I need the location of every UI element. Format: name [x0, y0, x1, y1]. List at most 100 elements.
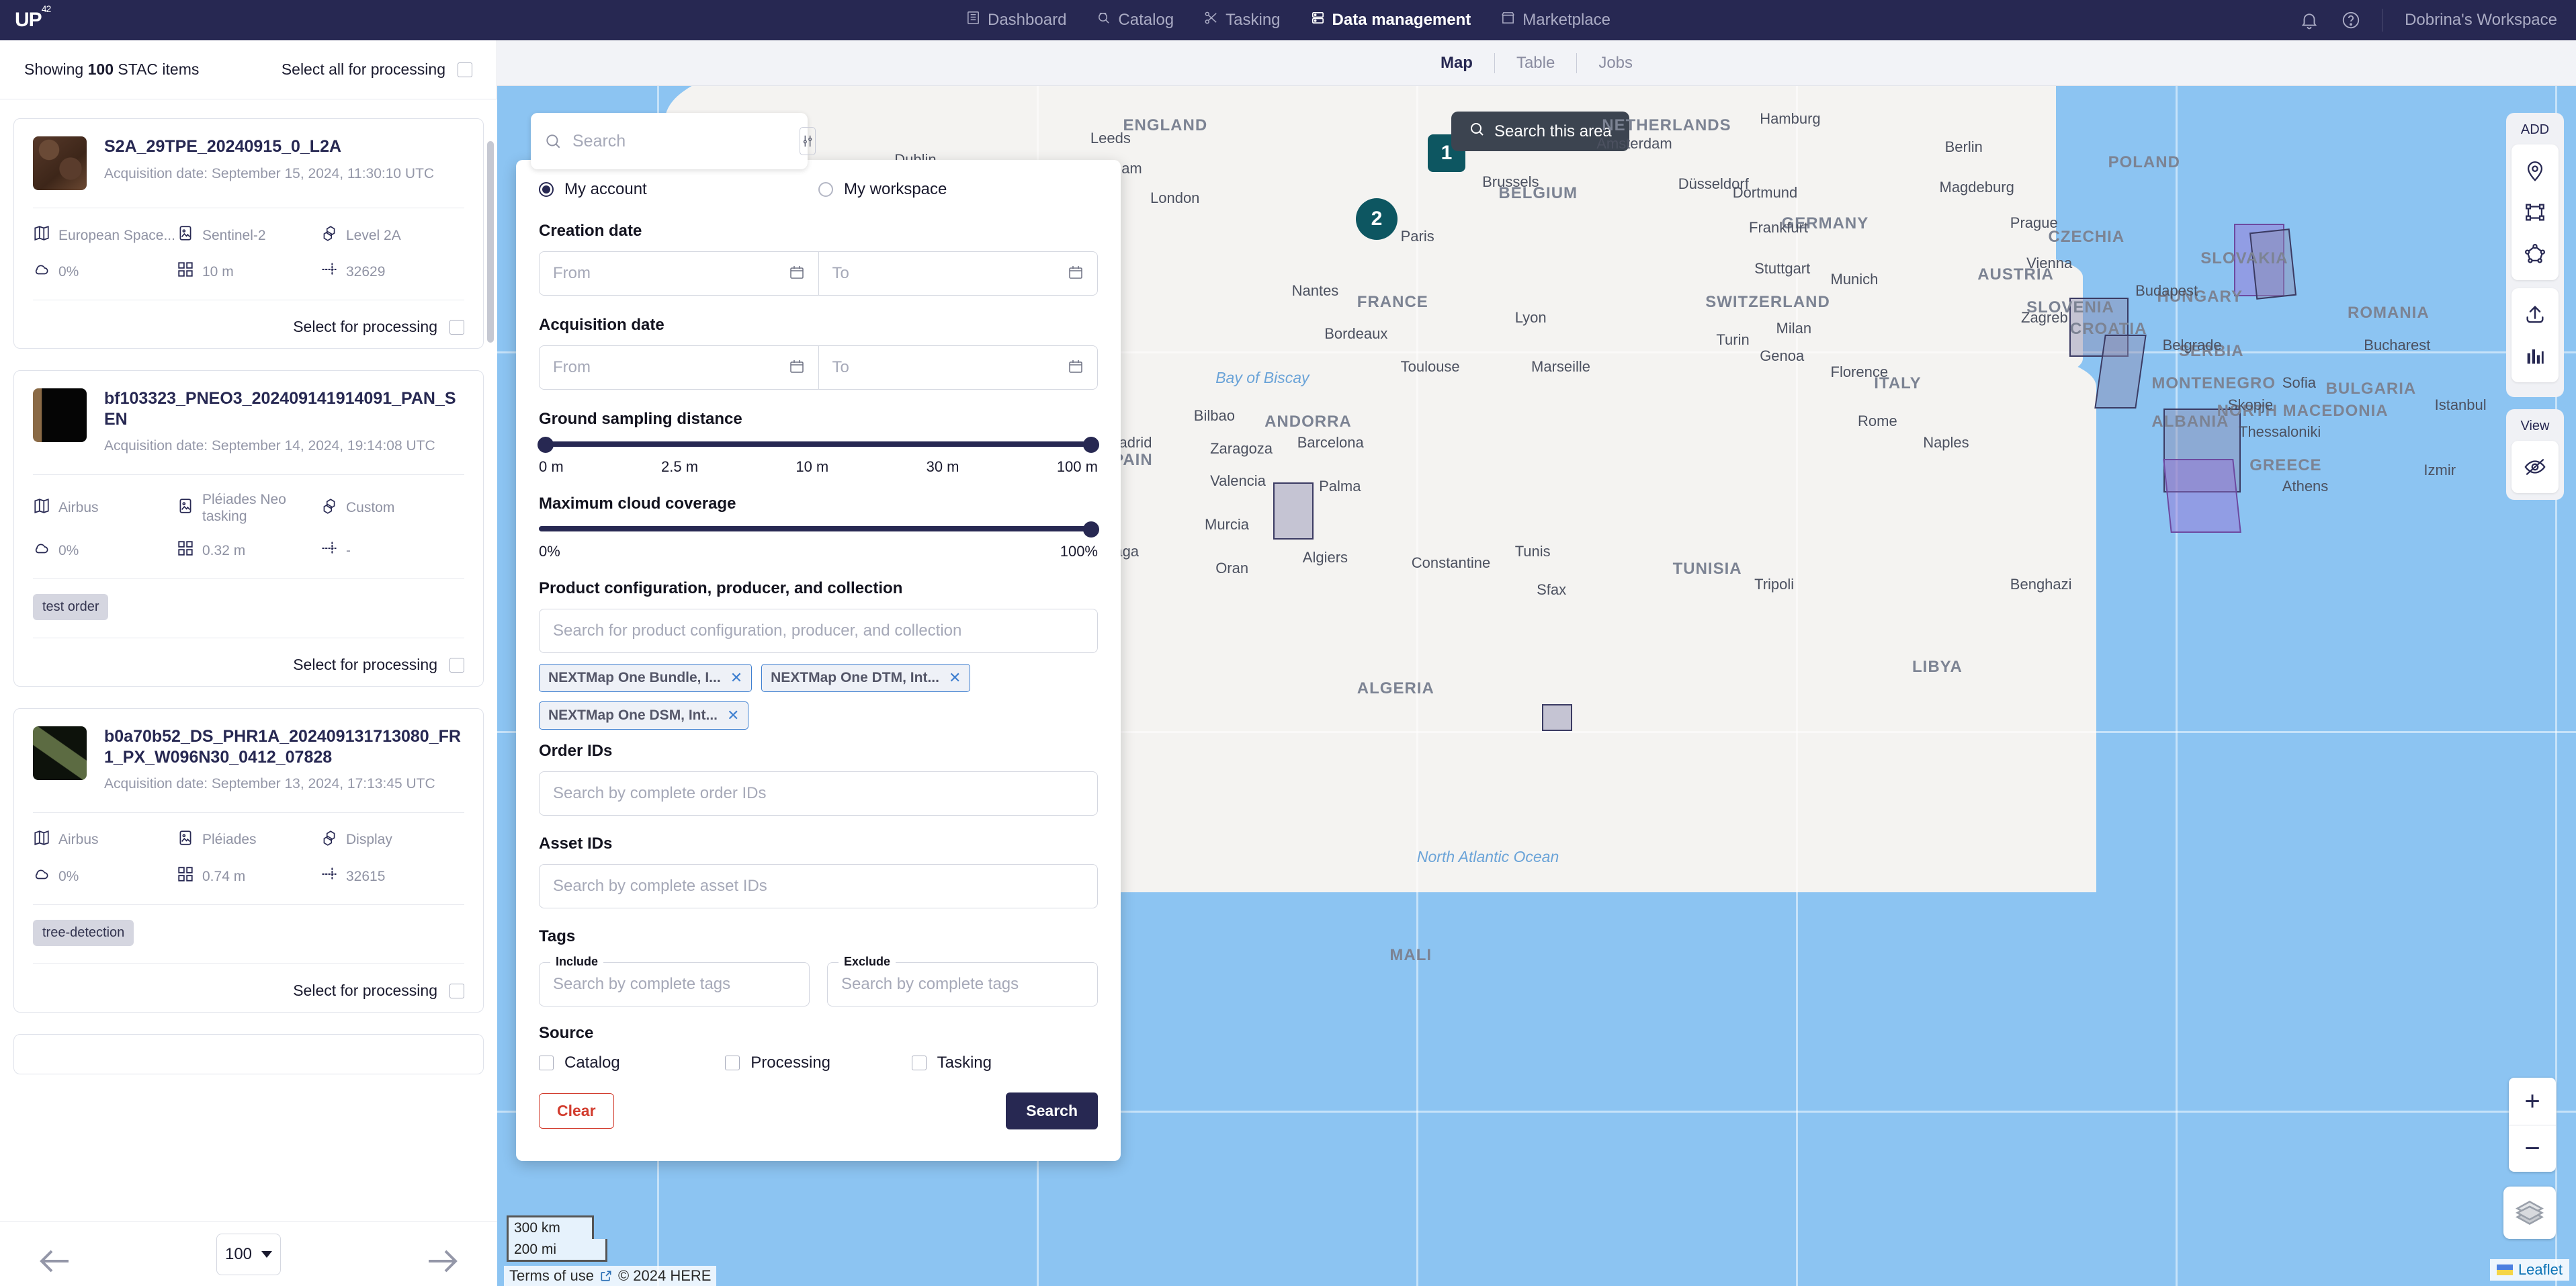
- item-tag[interactable]: test order: [33, 594, 109, 621]
- order-ids-field[interactable]: [539, 771, 1098, 816]
- arrow-right-icon[interactable]: [422, 1241, 462, 1272]
- item-select-row[interactable]: Select for processing: [33, 982, 464, 1000]
- select-all-for-processing[interactable]: Select all for processing: [282, 60, 472, 79]
- tags-include-input[interactable]: [553, 975, 796, 994]
- item-select-row[interactable]: Select for processing: [33, 318, 464, 336]
- bell-icon[interactable]: [2299, 10, 2319, 30]
- help-circle-icon[interactable]: [2341, 10, 2361, 30]
- creation-date-from[interactable]: [540, 252, 818, 295]
- cloud-slider-handle[interactable]: [1083, 521, 1099, 538]
- item-tag[interactable]: tree-detection: [33, 920, 134, 947]
- zoom-in-button[interactable]: +: [2509, 1078, 2556, 1125]
- upload-icon[interactable]: [2511, 294, 2559, 335]
- calendar-icon[interactable]: [1068, 264, 1084, 284]
- map-city-label: Bordeaux: [1324, 325, 1388, 343]
- map-city-label: Athens: [2282, 478, 2329, 495]
- cluster-marker[interactable]: 2: [1356, 198, 1398, 240]
- list-item[interactable]: S2A_29TPE_20240915_0_L2A Acquisition dat…: [13, 118, 484, 349]
- tab-table[interactable]: Table: [1495, 54, 1576, 73]
- sidebar-scrollbar[interactable]: [487, 141, 494, 343]
- creation-date-to-input[interactable]: [832, 264, 1068, 283]
- tab-map[interactable]: Map: [1419, 54, 1494, 73]
- stac-items-list[interactable]: S2A_29TPE_20240915_0_L2A Acquisition dat…: [0, 99, 497, 1221]
- search-bar[interactable]: [531, 113, 816, 169]
- acquisition-date-from[interactable]: [540, 346, 818, 389]
- polygon-draw-icon[interactable]: [2511, 233, 2559, 275]
- close-icon[interactable]: ✕: [730, 669, 742, 687]
- close-icon[interactable]: ✕: [727, 707, 739, 724]
- bar-chart-icon[interactable]: [2511, 335, 2559, 377]
- source-option-processing[interactable]: Processing: [725, 1054, 911, 1072]
- list-item[interactable]: bf103323_PNEO3_202409141914091_PAN_SEN A…: [13, 370, 484, 687]
- aoi-footprint[interactable]: [1273, 482, 1314, 540]
- tab-jobs[interactable]: Jobs: [1577, 54, 1654, 73]
- calendar-icon[interactable]: [1068, 358, 1084, 378]
- workspace-name[interactable]: Dobrina's Workspace: [2405, 11, 2557, 30]
- asset-ids-field[interactable]: [539, 864, 1098, 908]
- calendar-icon[interactable]: [789, 358, 805, 378]
- tags-include-field[interactable]: Include: [539, 955, 810, 1006]
- radio-my-account[interactable]: My account: [539, 180, 818, 199]
- cloud-coverage-slider[interactable]: [539, 521, 1099, 538]
- aoi-footprint[interactable]: [2163, 459, 2241, 533]
- filter-chip[interactable]: NEXTMap One DTM, Int... ✕: [761, 664, 971, 692]
- tags-exclude-field[interactable]: Exclude: [827, 955, 1098, 1006]
- map-pin-icon[interactable]: [2511, 150, 2559, 191]
- external-link-icon[interactable]: [599, 1269, 613, 1283]
- product-config-field[interactable]: [539, 609, 1098, 653]
- search-button[interactable]: Search: [1006, 1092, 1098, 1129]
- list-item-partial[interactable]: [13, 1034, 484, 1075]
- clear-button[interactable]: Clear: [539, 1093, 614, 1129]
- gsd-slider[interactable]: [538, 437, 1099, 453]
- arrow-left-icon[interactable]: [35, 1241, 75, 1272]
- creation-date-from-input[interactable]: [553, 264, 789, 283]
- nav-item-catalog[interactable]: Catalog: [1096, 10, 1174, 30]
- nav-item-tasking[interactable]: Tasking: [1203, 10, 1281, 30]
- acquisition-date-to[interactable]: [818, 346, 1098, 389]
- filter-chip[interactable]: NEXTMap One Bundle, I... ✕: [539, 664, 753, 692]
- nav-item-marketplace[interactable]: Marketplace: [1500, 10, 1611, 30]
- order-ids-input[interactable]: [553, 784, 1084, 803]
- radio-indicator[interactable]: [539, 182, 554, 197]
- gsd-slider-max-handle[interactable]: [1083, 437, 1099, 453]
- item-select-row[interactable]: Select for processing: [33, 656, 464, 674]
- terms-of-use-link[interactable]: Terms of use: [509, 1267, 594, 1285]
- rectangle-draw-icon[interactable]: [2511, 191, 2559, 233]
- list-item[interactable]: b0a70b52_DS_PHR1A_202409131713080_FR1_PX…: [13, 708, 484, 1013]
- source-option-catalog[interactable]: Catalog: [539, 1054, 725, 1072]
- sidebar-pagination: 100: [0, 1221, 497, 1286]
- acquisition-date-to-input[interactable]: [832, 358, 1068, 377]
- app-logo[interactable]: UP42: [15, 3, 51, 32]
- zoom-out-button[interactable]: −: [2509, 1125, 2556, 1172]
- source-option-tasking[interactable]: Tasking: [911, 1054, 1098, 1072]
- page-size-select[interactable]: 100: [216, 1233, 281, 1275]
- map-country-label: TUNISIA: [1672, 559, 1742, 578]
- asset-ids-input[interactable]: [553, 877, 1084, 896]
- sliders-icon[interactable]: [800, 127, 816, 155]
- filter-chip[interactable]: NEXTMap One DSM, Int... ✕: [539, 701, 749, 730]
- acquisition-date-from-input[interactable]: [553, 358, 789, 377]
- radio-my-workspace[interactable]: My workspace: [818, 180, 1098, 199]
- aoi-footprint[interactable]: [1542, 704, 1572, 731]
- close-icon[interactable]: ✕: [949, 669, 961, 687]
- calendar-icon[interactable]: [789, 264, 805, 284]
- layers-icon[interactable]: [2503, 1187, 2556, 1239]
- eye-off-icon[interactable]: [2511, 446, 2559, 488]
- select-all-checkbox[interactable]: [458, 62, 472, 77]
- source-processing-checkbox[interactable]: [725, 1056, 740, 1070]
- cloud-slider-track: [539, 526, 1098, 531]
- tags-exclude-input[interactable]: [841, 975, 1084, 994]
- search-input[interactable]: [572, 131, 789, 151]
- product-config-input[interactable]: [553, 621, 1084, 640]
- gsd-slider-min-handle[interactable]: [538, 437, 554, 453]
- creation-date-to[interactable]: [818, 252, 1098, 295]
- select-for-processing-checkbox[interactable]: [449, 319, 464, 335]
- nav-item-data-management[interactable]: Data management: [1310, 10, 1471, 30]
- radio-indicator[interactable]: [818, 182, 833, 197]
- select-for-processing-checkbox[interactable]: [449, 657, 464, 673]
- select-for-processing-checkbox[interactable]: [449, 983, 464, 998]
- source-tasking-checkbox[interactable]: [911, 1056, 927, 1070]
- leaflet-attribution[interactable]: Leaflet: [2489, 1259, 2569, 1281]
- nav-item-dashboard[interactable]: Dashboard: [965, 10, 1066, 30]
- source-catalog-checkbox[interactable]: [539, 1056, 554, 1070]
